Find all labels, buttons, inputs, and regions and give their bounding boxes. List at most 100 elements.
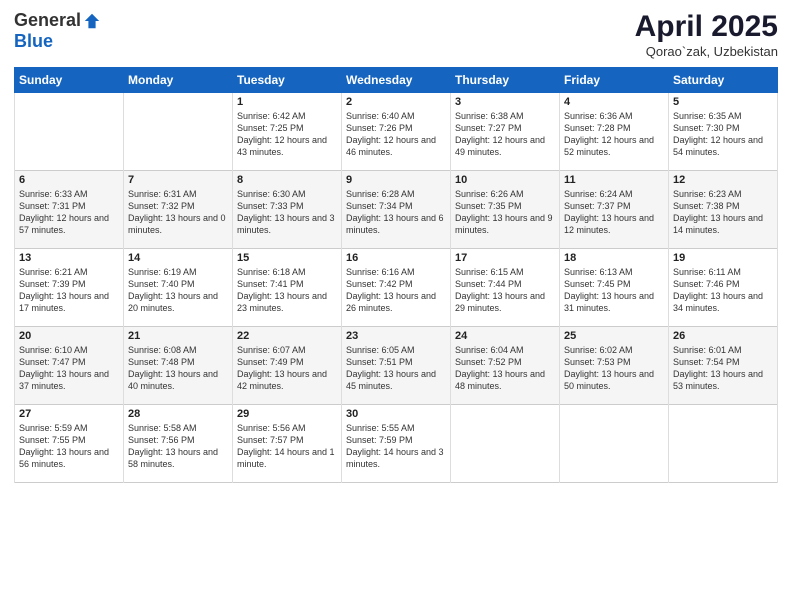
cell-content: Sunrise: 6:31 AM Sunset: 7:32 PM Dayligh… bbox=[128, 188, 228, 237]
cell-4-1: 20 Sunrise: 6:10 AM Sunset: 7:47 PM Dayli… bbox=[15, 327, 124, 405]
cell-4-2: 21Sunrise: 6:08 AM Sunset: 7:48 PM Dayli… bbox=[124, 327, 233, 405]
col-sunday: Sunday bbox=[15, 68, 124, 93]
cell-content: Sunrise: 6:01 AM Sunset: 7:54 PM Dayligh… bbox=[673, 344, 773, 393]
day-number: 19 bbox=[673, 252, 773, 264]
cell-5-1: 27 Sunrise: 5:59 AM Sunset: 7:55 PM Dayli… bbox=[15, 405, 124, 483]
day-number: 12 bbox=[673, 174, 773, 186]
cell-content: Sunrise: 5:58 AM Sunset: 7:56 PM Dayligh… bbox=[128, 422, 228, 471]
cell-content: Sunrise: 6:42 AM Sunset: 7:25 PM Dayligh… bbox=[237, 110, 337, 159]
cell-2-7: 12 Sunrise: 6:23 AM Sunset: 7:38 PM Dayli… bbox=[669, 171, 778, 249]
day-number: 4 bbox=[564, 96, 664, 108]
day-number: 23 bbox=[346, 330, 446, 342]
cell-content: Sunrise: 6:40 AM Sunset: 7:26 PM Dayligh… bbox=[346, 110, 446, 159]
week-row-2: 6 Sunrise: 6:33 AM Sunset: 7:31 PM Daylig… bbox=[15, 171, 778, 249]
cell-2-4: 9 Sunrise: 6:28 AM Sunset: 7:34 PM Daylig… bbox=[342, 171, 451, 249]
cell-content: Sunrise: 6:35 AM Sunset: 7:30 PM Dayligh… bbox=[673, 110, 773, 159]
cell-content: Sunrise: 6:11 AM Sunset: 7:46 PM Dayligh… bbox=[673, 266, 773, 315]
day-number: 30 bbox=[346, 408, 446, 420]
cell-1-2 bbox=[124, 93, 233, 171]
day-number: 25 bbox=[564, 330, 664, 342]
title-block: April 2025 Qorao`zak, Uzbekistan bbox=[635, 10, 778, 59]
cell-3-3: 15 Sunrise: 6:18 AM Sunset: 7:41 PM Dayli… bbox=[233, 249, 342, 327]
day-number: 16 bbox=[346, 252, 446, 264]
week-row-4: 20 Sunrise: 6:10 AM Sunset: 7:47 PM Dayli… bbox=[15, 327, 778, 405]
header: General Blue April 2025 Qorao`zak, Uzbek… bbox=[14, 10, 778, 59]
cell-content: Sunrise: 6:13 AM Sunset: 7:45 PM Dayligh… bbox=[564, 266, 664, 315]
day-number: 2 bbox=[346, 96, 446, 108]
cell-3-5: 17 Sunrise: 6:15 AM Sunset: 7:44 PM Dayli… bbox=[451, 249, 560, 327]
cell-3-4: 16 Sunrise: 6:16 AM Sunset: 7:42 PM Dayli… bbox=[342, 249, 451, 327]
cell-4-3: 22 Sunrise: 6:07 AM Sunset: 7:49 PM Dayli… bbox=[233, 327, 342, 405]
main-title: April 2025 bbox=[635, 10, 778, 44]
day-number: 6 bbox=[19, 174, 119, 186]
cell-5-3: 29Sunrise: 5:56 AM Sunset: 7:57 PM Dayli… bbox=[233, 405, 342, 483]
cell-content: Sunrise: 6:36 AM Sunset: 7:28 PM Dayligh… bbox=[564, 110, 664, 159]
cell-3-7: 19 Sunrise: 6:11 AM Sunset: 7:46 PM Dayli… bbox=[669, 249, 778, 327]
cell-1-6: 4 Sunrise: 6:36 AM Sunset: 7:28 PM Daylig… bbox=[560, 93, 669, 171]
cell-1-3: 1 Sunrise: 6:42 AM Sunset: 7:25 PM Daylig… bbox=[233, 93, 342, 171]
cell-content: Sunrise: 6:38 AM Sunset: 7:27 PM Dayligh… bbox=[455, 110, 555, 159]
week-row-3: 13Sunrise: 6:21 AM Sunset: 7:39 PM Dayli… bbox=[15, 249, 778, 327]
cell-5-5 bbox=[451, 405, 560, 483]
cell-2-3: 8 Sunrise: 6:30 AM Sunset: 7:33 PM Daylig… bbox=[233, 171, 342, 249]
cell-content: Sunrise: 6:10 AM Sunset: 7:47 PM Dayligh… bbox=[19, 344, 119, 393]
cell-3-2: 14 Sunrise: 6:19 AM Sunset: 7:40 PM Dayli… bbox=[124, 249, 233, 327]
cell-content: Sunrise: 5:56 AM Sunset: 7:57 PM Dayligh… bbox=[237, 422, 337, 471]
logo: General Blue bbox=[14, 10, 101, 52]
col-monday: Monday bbox=[124, 68, 233, 93]
cell-content: Sunrise: 6:33 AM Sunset: 7:31 PM Dayligh… bbox=[19, 188, 119, 237]
cell-2-1: 6 Sunrise: 6:33 AM Sunset: 7:31 PM Daylig… bbox=[15, 171, 124, 249]
page: General Blue April 2025 Qorao`zak, Uzbek… bbox=[0, 0, 792, 612]
cell-4-4: 23Sunrise: 6:05 AM Sunset: 7:51 PM Dayli… bbox=[342, 327, 451, 405]
cell-content: Sunrise: 6:04 AM Sunset: 7:52 PM Dayligh… bbox=[455, 344, 555, 393]
cell-content: Sunrise: 6:19 AM Sunset: 7:40 PM Dayligh… bbox=[128, 266, 228, 315]
cell-content: Sunrise: 6:24 AM Sunset: 7:37 PM Dayligh… bbox=[564, 188, 664, 237]
cell-content: Sunrise: 6:16 AM Sunset: 7:42 PM Dayligh… bbox=[346, 266, 446, 315]
day-number: 1 bbox=[237, 96, 337, 108]
day-number: 26 bbox=[673, 330, 773, 342]
cell-content: Sunrise: 5:55 AM Sunset: 7:59 PM Dayligh… bbox=[346, 422, 446, 471]
col-wednesday: Wednesday bbox=[342, 68, 451, 93]
cell-content: Sunrise: 5:59 AM Sunset: 7:55 PM Dayligh… bbox=[19, 422, 119, 471]
cell-1-7: 5 Sunrise: 6:35 AM Sunset: 7:30 PM Daylig… bbox=[669, 93, 778, 171]
cell-5-2: 28Sunrise: 5:58 AM Sunset: 7:56 PM Dayli… bbox=[124, 405, 233, 483]
day-number: 27 bbox=[19, 408, 119, 420]
cell-5-7 bbox=[669, 405, 778, 483]
day-number: 9 bbox=[346, 174, 446, 186]
col-saturday: Saturday bbox=[669, 68, 778, 93]
logo-general: General bbox=[14, 10, 81, 31]
cell-2-2: 7 Sunrise: 6:31 AM Sunset: 7:32 PM Daylig… bbox=[124, 171, 233, 249]
cell-1-4: 2 Sunrise: 6:40 AM Sunset: 7:26 PM Daylig… bbox=[342, 93, 451, 171]
day-number: 15 bbox=[237, 252, 337, 264]
cell-3-6: 18 Sunrise: 6:13 AM Sunset: 7:45 PM Dayli… bbox=[560, 249, 669, 327]
day-number: 5 bbox=[673, 96, 773, 108]
logo-blue: Blue bbox=[14, 31, 53, 52]
cell-content: Sunrise: 6:02 AM Sunset: 7:53 PM Dayligh… bbox=[564, 344, 664, 393]
day-number: 7 bbox=[128, 174, 228, 186]
day-number: 8 bbox=[237, 174, 337, 186]
cell-4-5: 24Sunrise: 6:04 AM Sunset: 7:52 PM Dayli… bbox=[451, 327, 560, 405]
col-tuesday: Tuesday bbox=[233, 68, 342, 93]
calendar-table: Sunday Monday Tuesday Wednesday Thursday… bbox=[14, 67, 778, 483]
cell-content: Sunrise: 6:28 AM Sunset: 7:34 PM Dayligh… bbox=[346, 188, 446, 237]
day-number: 17 bbox=[455, 252, 555, 264]
day-number: 10 bbox=[455, 174, 555, 186]
cell-content: Sunrise: 6:23 AM Sunset: 7:38 PM Dayligh… bbox=[673, 188, 773, 237]
day-number: 14 bbox=[128, 252, 228, 264]
subtitle: Qorao`zak, Uzbekistan bbox=[635, 44, 778, 59]
cell-4-6: 25 Sunrise: 6:02 AM Sunset: 7:53 PM Dayli… bbox=[560, 327, 669, 405]
cell-5-6 bbox=[560, 405, 669, 483]
cell-content: Sunrise: 6:26 AM Sunset: 7:35 PM Dayligh… bbox=[455, 188, 555, 237]
day-number: 20 bbox=[19, 330, 119, 342]
day-number: 21 bbox=[128, 330, 228, 342]
day-number: 22 bbox=[237, 330, 337, 342]
cell-3-1: 13Sunrise: 6:21 AM Sunset: 7:39 PM Dayli… bbox=[15, 249, 124, 327]
week-row-5: 27 Sunrise: 5:59 AM Sunset: 7:55 PM Dayli… bbox=[15, 405, 778, 483]
cell-content: Sunrise: 6:15 AM Sunset: 7:44 PM Dayligh… bbox=[455, 266, 555, 315]
cell-content: Sunrise: 6:07 AM Sunset: 7:49 PM Dayligh… bbox=[237, 344, 337, 393]
cell-content: Sunrise: 6:18 AM Sunset: 7:41 PM Dayligh… bbox=[237, 266, 337, 315]
cell-content: Sunrise: 6:30 AM Sunset: 7:33 PM Dayligh… bbox=[237, 188, 337, 237]
day-number: 18 bbox=[564, 252, 664, 264]
cell-content: Sunrise: 6:21 AM Sunset: 7:39 PM Dayligh… bbox=[19, 266, 119, 315]
cell-5-4: 30 Sunrise: 5:55 AM Sunset: 7:59 PM Dayli… bbox=[342, 405, 451, 483]
